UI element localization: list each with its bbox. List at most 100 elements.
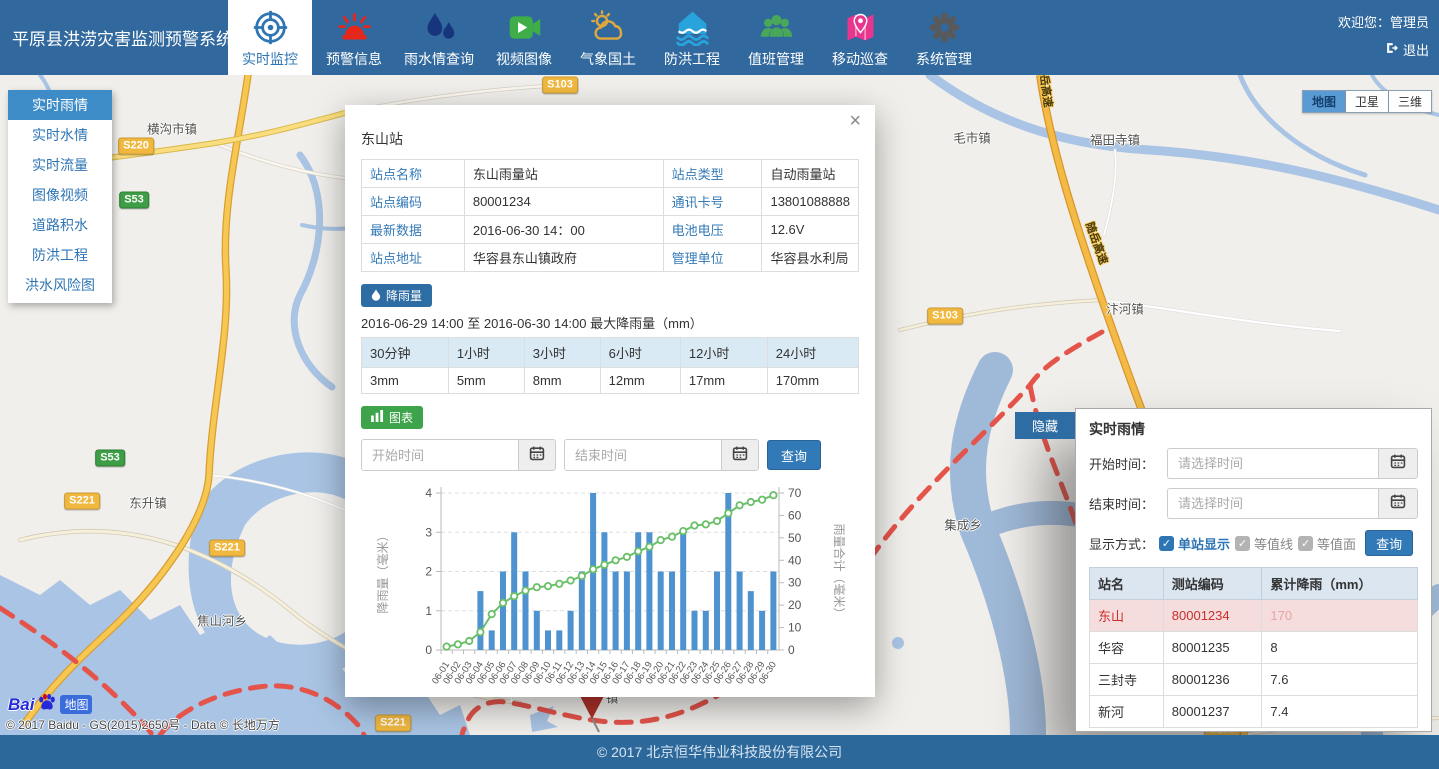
nav-item-7[interactable]: 值班管理 — [734, 0, 818, 75]
start-time-input[interactable] — [362, 440, 518, 470]
info-label: 站点类型 — [663, 160, 762, 188]
station-row-华容[interactable]: 华容 80001235 8 — [1090, 632, 1418, 664]
nav-item-6[interactable]: 防洪工程 — [650, 0, 734, 75]
panel-end-input[interactable] — [1168, 489, 1378, 518]
panel-end-calendar-button[interactable] — [1378, 489, 1417, 518]
town-label: 福田寺镇 — [1090, 130, 1140, 149]
map-switch-1[interactable]: 地图 — [1302, 90, 1346, 113]
station-name: 东山 — [1090, 600, 1164, 632]
nav-item-9[interactable]: 系统管理 — [902, 0, 986, 75]
station-row-新河[interactable]: 新河 80001237 7.4 — [1090, 696, 1418, 728]
display-mode-row: 显示方式： ✓ 单站显示✓ 等值线✓ 等值面 查询 — [1089, 530, 1418, 556]
nav-item-label: 防洪工程 — [664, 49, 720, 69]
map-switch-2[interactable]: 卫星 — [1346, 90, 1389, 113]
station-info-row: 站点编码 80001234 通讯卡号 13801088888 — [362, 188, 859, 216]
rain-value: 8mm — [524, 368, 600, 394]
checkbox-icon[interactable]: ✓ — [1298, 536, 1313, 551]
hide-panel-button[interactable]: 隐藏 — [1015, 412, 1075, 439]
station-rainfall: 170 — [1262, 600, 1418, 632]
svg-text:0: 0 — [788, 643, 795, 657]
sidebar-item-4[interactable]: 图像视频 — [8, 180, 112, 210]
panel-start-calendar-button[interactable] — [1378, 449, 1417, 478]
sidebar-item-3[interactable]: 实时流量 — [8, 150, 112, 180]
svg-text:70: 70 — [788, 486, 802, 500]
sidebar-item-6[interactable]: 防洪工程 — [8, 240, 112, 270]
town-label: 毛市镇 — [953, 128, 991, 147]
info-value: 华容县水利局 — [762, 244, 859, 272]
display-mode-options: ✓ 单站显示✓ 等值线✓ 等值面 — [1159, 534, 1356, 553]
info-label: 站点地址 — [362, 244, 465, 272]
rainfall-chart: 0123401020304050607006-0106-0206-0306-04… — [361, 475, 859, 697]
svg-text:3: 3 — [425, 525, 432, 539]
station-info-row: 站点地址 华容县东山镇政府 管理单位 华容县水利局 — [362, 244, 859, 272]
road-badge: S221 — [375, 715, 411, 732]
info-label: 站点编码 — [362, 188, 465, 216]
panel-start-input[interactable] — [1168, 449, 1378, 478]
nav-item-2[interactable]: 预警信息 — [312, 0, 396, 75]
nav-item-3[interactable]: 雨水情查询 — [396, 0, 482, 75]
station-row-东山[interactable]: 东山 80001234 170 — [1090, 600, 1418, 632]
panel-end-row: 结束时间： — [1089, 488, 1418, 519]
panel-start-row: 开始时间： — [1089, 448, 1418, 479]
sidebar-item-5[interactable]: 道路积水 — [8, 210, 112, 240]
baidu-logo: Bai 地图 — [8, 693, 92, 716]
start-time-label: 开始时间： — [1089, 454, 1167, 473]
nav-item-4[interactable]: 视频图像 — [482, 0, 566, 75]
map-switch-3[interactable]: 三维 — [1389, 90, 1432, 113]
svg-text:1: 1 — [425, 604, 432, 618]
checkbox-icon[interactable]: ✓ — [1159, 536, 1174, 551]
svg-text:2: 2 — [425, 565, 432, 579]
weather-icon — [590, 6, 627, 48]
user-area: 欢迎您：管理员 退出 — [1338, 12, 1429, 59]
gear-icon — [926, 6, 963, 48]
nav-item-label: 移动巡查 — [832, 49, 888, 69]
checkbox-icon[interactable]: ✓ — [1235, 536, 1250, 551]
logout-button[interactable]: 退出 — [1385, 40, 1429, 59]
app-root: 横沟市镇毛市镇福田寺镇汴河镇东升镇焦山河乡集成乡镇S103S220S53S53S… — [0, 0, 1439, 769]
nav-item-5[interactable]: 气象国土 — [566, 0, 650, 75]
map-attribution: © 2017 Baidu - GS(2015)2650号 - Data © 长地… — [6, 716, 280, 733]
panel-query-button[interactable]: 查询 — [1365, 530, 1413, 556]
station-rainfall: 7.6 — [1262, 664, 1418, 696]
road-badge: S220 — [118, 138, 154, 155]
chart-section-badge: 图表 — [361, 406, 423, 429]
station-code: 80001235 — [1163, 632, 1262, 664]
realtime-rain-panel: 实时雨情 开始时间： 结束时间： 显示方式： ✓ 单站显示✓ 等值线✓ — [1075, 408, 1432, 732]
main-nav: 实时监控 预警信息 雨水情查询 视频图像 气象国土 防洪工程 值班管理 移动巡查… — [228, 0, 986, 75]
people-icon — [758, 6, 795, 48]
nav-item-label: 值班管理 — [748, 49, 804, 69]
nav-item-label: 实时监控 — [242, 49, 298, 69]
svg-text:4: 4 — [425, 486, 432, 500]
welcome-text: 欢迎您：管理员 — [1338, 12, 1429, 31]
monitor-target-icon — [252, 6, 289, 48]
info-value: 80001234 — [464, 188, 663, 216]
station-row-三封寺[interactable]: 三封寺 80001236 7.6 — [1090, 664, 1418, 696]
baidu-paw-icon — [37, 693, 57, 716]
station-info-row: 站点名称 东山雨量站 站点类型 自动雨量站 — [362, 160, 859, 188]
calendar-icon — [732, 445, 748, 466]
display-mode-label: 显示方式： — [1089, 534, 1154, 553]
end-time-input[interactable] — [565, 440, 721, 470]
end-calendar-button[interactable] — [721, 440, 758, 470]
modal-query-button[interactable]: 查询 — [767, 440, 821, 470]
close-icon[interactable]: × — [849, 111, 861, 131]
end-time-group — [564, 439, 759, 471]
sidebar-menu: 实时雨情实时水情实时流量图像视频道路积水防洪工程洪水风险图 — [8, 90, 112, 303]
sidebar-item-2[interactable]: 实时水情 — [8, 120, 112, 150]
town-label: 汴河镇 — [1106, 299, 1144, 318]
app-title: 平原县洪涝灾害监测预警系统 — [12, 0, 233, 75]
start-calendar-button[interactable] — [518, 440, 555, 470]
station-col-header: 站名 — [1090, 568, 1164, 600]
nav-item-8[interactable]: 移动巡查 — [818, 0, 902, 75]
info-label: 管理单位 — [663, 244, 762, 272]
patrol-icon — [842, 6, 879, 48]
modal-query-row: 查询 — [361, 439, 859, 471]
sidebar-item-1[interactable]: 实时雨情 — [8, 90, 112, 120]
display-option-1: ✓ 单站显示 — [1159, 534, 1230, 553]
panel-end-group — [1167, 488, 1418, 519]
info-value: 13801088888 — [762, 188, 859, 216]
nav-item-1[interactable]: 实时监控 — [228, 0, 312, 75]
town-label: 焦山河乡 — [197, 611, 247, 630]
station-rainfall: 7.4 — [1262, 696, 1418, 728]
sidebar-item-7[interactable]: 洪水风险图 — [8, 270, 112, 300]
